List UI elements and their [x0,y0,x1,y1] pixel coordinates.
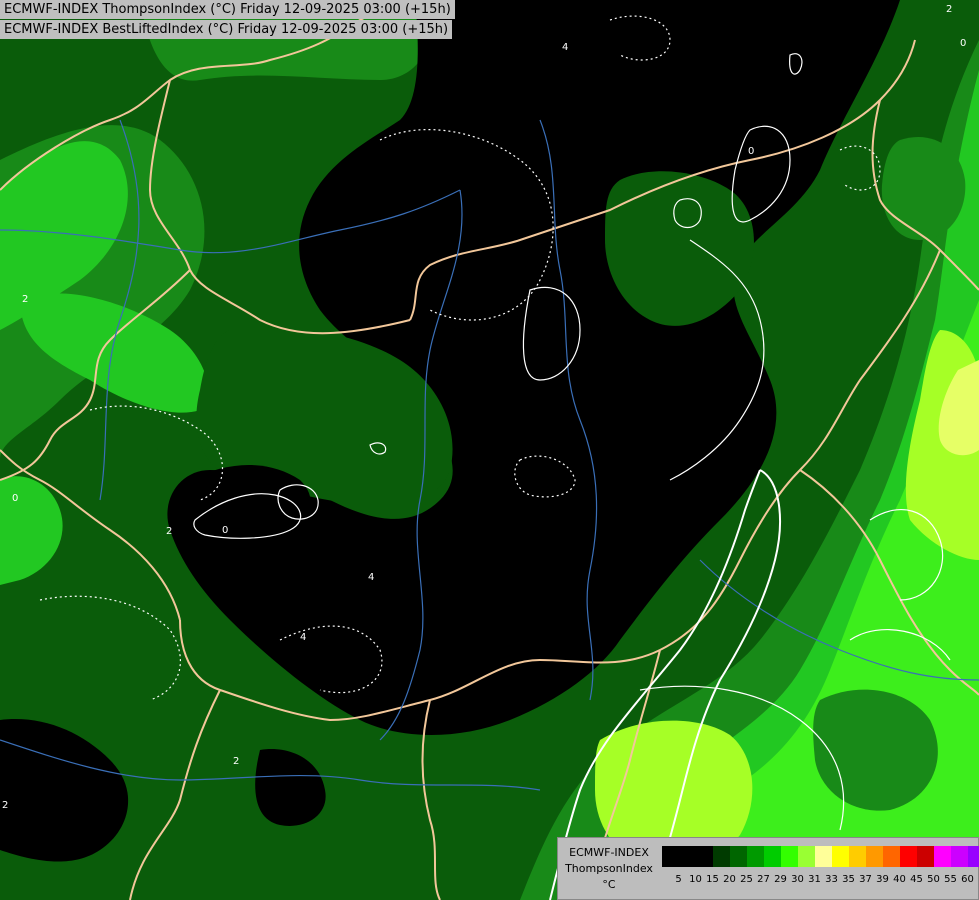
contour-label: 2 [2,800,8,811]
color-legend: ECMWF-INDEX ThompsonIndex °C 5 10 15 20 25 27… [557,837,979,900]
legend-swatch [662,846,679,867]
legend-tick-labels: 5 10 15 20 25 27 29 30 31 33 35 37 39 40 45 50 55 60 [662,874,976,885]
legend-tick: 5 [675,874,682,885]
contour-label: 0 [12,493,18,504]
contour-label: 0 [960,38,966,49]
legend-swatch [934,846,951,867]
legend-swatch [713,846,730,867]
legend-swatch [798,846,815,867]
legend-tick: 40 [893,874,906,885]
contour-label: 2 [166,526,172,537]
legend-swatch [900,846,917,867]
legend-swatch [968,846,979,867]
legend-color-scale [662,846,979,867]
legend-swatch [730,846,747,867]
legend-tick: 33 [825,874,838,885]
legend-swatch [679,846,696,867]
legend-tick: 15 [706,874,719,885]
legend-swatch [951,846,968,867]
legend-tick: 31 [808,874,821,885]
legend-swatch [781,846,798,867]
legend-tick: 37 [859,874,872,885]
legend-swatch [866,846,883,867]
legend-source: ECMWF-INDEX [569,846,649,859]
thompson-index-map: 4 0 2 2 0 0 2 4 4 2 2 0 [0,0,979,900]
contour-label: 0 [222,525,228,536]
legend-swatch [815,846,832,867]
legend-tick: 10 [689,874,702,885]
legend-parameter: ThompsonIndex [565,862,653,875]
legend-tick: 60 [961,874,974,885]
contour-label: 2 [946,4,952,15]
legend-tick: 30 [791,874,804,885]
legend-tick: 55 [944,874,957,885]
legend-tick: 20 [723,874,736,885]
contour-label: 2 [22,294,28,305]
legend-tick: 27 [757,874,770,885]
legend-tick: 50 [927,874,940,885]
legend-tick: 35 [842,874,855,885]
legend-swatch [849,846,866,867]
contour-label: 4 [562,42,568,53]
map-title-thompson-index: ECMWF-INDEX ThompsonIndex (°C) Friday 12… [0,0,455,19]
contour-label: 4 [300,632,306,643]
legend-swatch [747,846,764,867]
weather-map-viewer: 4 0 2 2 0 0 2 4 4 2 2 0 ECMWF-INDEX Thom… [0,0,979,900]
map-title-best-lifted-index: ECMWF-INDEX BestLiftedIndex (°C) Friday … [0,20,453,39]
contour-label: 4 [368,572,374,583]
legend-swatch [883,846,900,867]
legend-unit: °C [602,878,616,891]
legend-swatch [696,846,713,867]
legend-swatch [764,846,781,867]
contour-label: 0 [748,146,754,157]
legend-tick: 25 [740,874,753,885]
legend-tick: 29 [774,874,787,885]
contour-label: 2 [233,756,239,767]
legend-swatch [832,846,849,867]
legend-swatch [917,846,934,867]
legend-tick: 39 [876,874,889,885]
legend-tick: 45 [910,874,923,885]
